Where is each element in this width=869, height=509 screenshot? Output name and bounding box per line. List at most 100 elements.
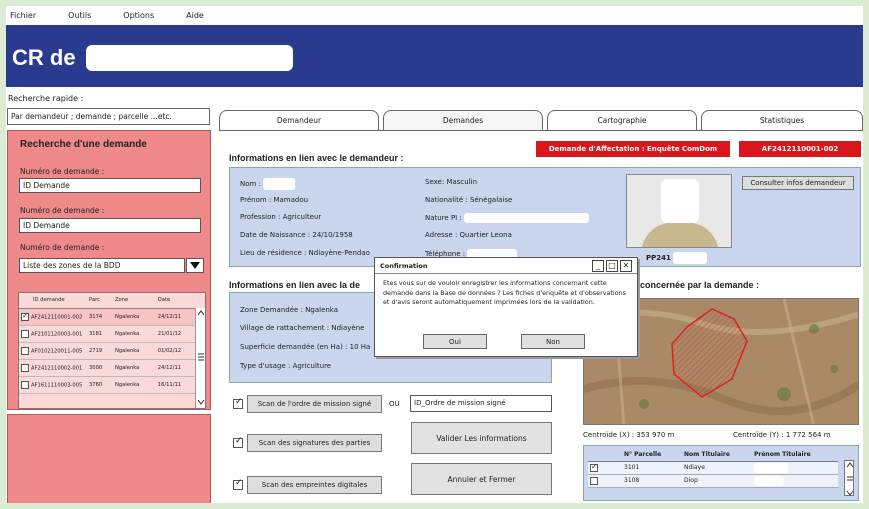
dialog-message: Etes vous sur de vouloir enregistrer les…: [383, 279, 626, 306]
table-row[interactable]: AF0102120011-005 2719 Ngalenka 01/02/12: [19, 342, 197, 360]
parcel-num: 3108: [622, 474, 682, 488]
row-zone: Ngalenka: [112, 376, 156, 394]
parcel-prenom: [752, 474, 838, 488]
maximize-icon[interactable]: □: [606, 260, 618, 272]
demandeur-sexe: Sexe: Masculin: [425, 178, 478, 186]
demande-superficie: Superficie demandée (en Ha) : 10 Ha: [240, 343, 371, 351]
row-id: AF2412110001-002: [31, 314, 83, 320]
row-id: AF2412110002-001: [31, 365, 83, 371]
cancel-close-button[interactable]: Annuler et Fermer: [411, 463, 552, 495]
demande-section-title: Informations en lien avec la de: [229, 280, 361, 290]
ordre-mission-id-input[interactable]: ID_Ordre de mission signé: [410, 395, 552, 412]
demandeur-nom: Nom :: [240, 178, 296, 190]
parcel-table-scrollbar[interactable]: [844, 460, 854, 496]
menu-fichier[interactable]: Fichier: [8, 11, 36, 20]
table-row[interactable]: 3101 Ndiaye: [588, 461, 838, 475]
menu-bar: Fichier Outils Options Aide: [6, 6, 863, 24]
row-date: 16/11/11: [155, 376, 197, 394]
chevron-down-icon: [190, 262, 200, 269]
table-row[interactable]: AF2412110001-002 3174 Ngalenka 24/12/11: [19, 308, 197, 326]
table-row[interactable]: AF2101120003-001 3181 Ngalenka 21/01/12: [19, 325, 197, 343]
consult-demandeur-button[interactable]: Consulter infos demandeur: [742, 176, 854, 190]
menu-aide[interactable]: Aide: [184, 11, 204, 20]
or-label: OU: [389, 400, 400, 408]
grid-header-parc: Parc: [87, 293, 113, 309]
quick-search-label: Recherche rapide :: [8, 94, 84, 103]
cr-name-field[interactable]: [86, 45, 293, 71]
row-id: AF2101120003-001: [31, 331, 83, 337]
row-checkbox[interactable]: [21, 363, 29, 372]
parcel-table: N° Parcelle Nom Titulaire Prénom Titulai…: [583, 445, 859, 501]
row-parc: 3181: [87, 325, 113, 343]
row-parc: 3174: [87, 308, 113, 326]
zone-select-dropdown-button[interactable]: [186, 258, 204, 273]
demande-id-input-2[interactable]: ID Demande: [19, 218, 201, 233]
row-parc: 2719: [87, 342, 113, 360]
row-zone: Ngalenka: [112, 342, 156, 360]
scan-signatures-checkbox[interactable]: [233, 436, 243, 448]
table-row[interactable]: AF1611110003-005 3760 Ngalenka 16/11/11: [19, 376, 197, 394]
minimize-icon[interactable]: _: [592, 260, 604, 272]
tab-demandes[interactable]: Demandes: [383, 110, 543, 130]
row-checkbox[interactable]: [21, 311, 29, 321]
menu-options[interactable]: Options: [121, 11, 154, 20]
field2-label: Numéro de demande :: [20, 206, 105, 215]
dialog-title-bar: Confirmation _ □ ✕: [375, 258, 637, 274]
close-icon[interactable]: ✕: [620, 260, 632, 272]
tab-cartographie[interactable]: Cartographie: [547, 110, 697, 130]
table-row[interactable]: AF2412110002-001 3000 Ngalenka 24/12/11: [19, 359, 197, 377]
grid-header-id: ID demande: [19, 293, 87, 309]
grid-header-row: ID demande Parc Zone Date: [19, 293, 197, 309]
row-date: 24/12/11: [155, 359, 197, 377]
dialog-title: Confirmation: [380, 262, 428, 270]
scroll-arrows-icon: [197, 310, 205, 405]
grid-header-date: Date: [155, 293, 197, 309]
demande-village: Village de rattachement : Ndiayène: [240, 324, 365, 332]
demandeur-prenom: Prénom : Mamadou: [240, 196, 309, 204]
tab-statistiques[interactable]: Statistiques: [701, 110, 863, 130]
zone-select[interactable]: Liste des zones de la BDD: [19, 258, 185, 273]
demandeur-residence: Lieu de résidence : Ndiayène-Pendao: [240, 249, 370, 257]
row-parc: 3000: [87, 359, 113, 377]
row-date: 21/01/12: [155, 325, 197, 343]
validate-button[interactable]: Valider Les informations: [411, 422, 552, 454]
scan-empreintes-button[interactable]: Scan des empreintes digitales: [247, 476, 382, 494]
demandeur-nature-pi: Nature PI :: [425, 213, 590, 223]
scan-ordre-checkbox[interactable]: [233, 397, 243, 409]
row-id: AF0102120011-005: [31, 348, 83, 354]
menu-outils[interactable]: Outils: [66, 11, 91, 20]
table-row[interactable]: 3108 Diop: [588, 474, 838, 488]
demande-id-input-1[interactable]: ID Demande: [19, 178, 201, 193]
parcel-num: 3101: [622, 461, 682, 475]
parcel-table-header: N° Parcelle Nom Titulaire Prénom Titulai…: [588, 448, 838, 462]
row-zone: Ngalenka: [112, 325, 156, 343]
demandeur-section-title: Informations en lien avec le demandeur :: [229, 153, 404, 163]
scan-empreintes-checkbox[interactable]: [233, 478, 243, 490]
field3-label: Numéro de demande :: [20, 243, 105, 252]
row-checkbox[interactable]: [21, 346, 29, 355]
dialog-yes-button[interactable]: Oui: [423, 334, 487, 349]
tab-demandeur[interactable]: Demandeur: [219, 110, 379, 130]
row-checkbox[interactable]: [21, 329, 29, 338]
scan-ordre-button[interactable]: Scan de l'ordre de mission signé: [247, 395, 382, 413]
parcel-row-checkbox[interactable]: [590, 462, 598, 472]
row-parc: 3760: [87, 376, 113, 394]
row-zone: Ngalenka: [112, 359, 156, 377]
parcel-header-nom: Nom Titulaire: [682, 448, 752, 462]
parcel-row-checkbox[interactable]: [590, 476, 598, 485]
demandeur-naissance: Date de Naissance : 24/10/1958: [240, 231, 353, 239]
quick-search-input[interactable]: Par demandeur ; demande ; parcelle ...et…: [7, 108, 210, 125]
demandeur-nationalite: Nationalité : Sénégalaise: [425, 196, 513, 204]
row-id: AF1611110003-005: [31, 382, 83, 388]
parcel-header-prenom: Prénom Titulaire: [752, 448, 838, 462]
row-checkbox[interactable]: [21, 380, 29, 389]
parcel-nom: Ndiaye: [682, 461, 752, 475]
app-title: CR de: [12, 45, 76, 70]
parcelle-section-title: concernée par la demande :: [640, 280, 760, 290]
demandeur-photo-id: PP241: [646, 252, 707, 264]
scan-signatures-button[interactable]: Scan des signatures des parties: [247, 434, 382, 452]
dialog-no-button[interactable]: Non: [521, 334, 585, 349]
grid-scrollbar[interactable]: [195, 308, 205, 408]
row-date: 01/02/12: [155, 342, 197, 360]
demande-id-badge: AF2412110001-002: [739, 141, 861, 157]
